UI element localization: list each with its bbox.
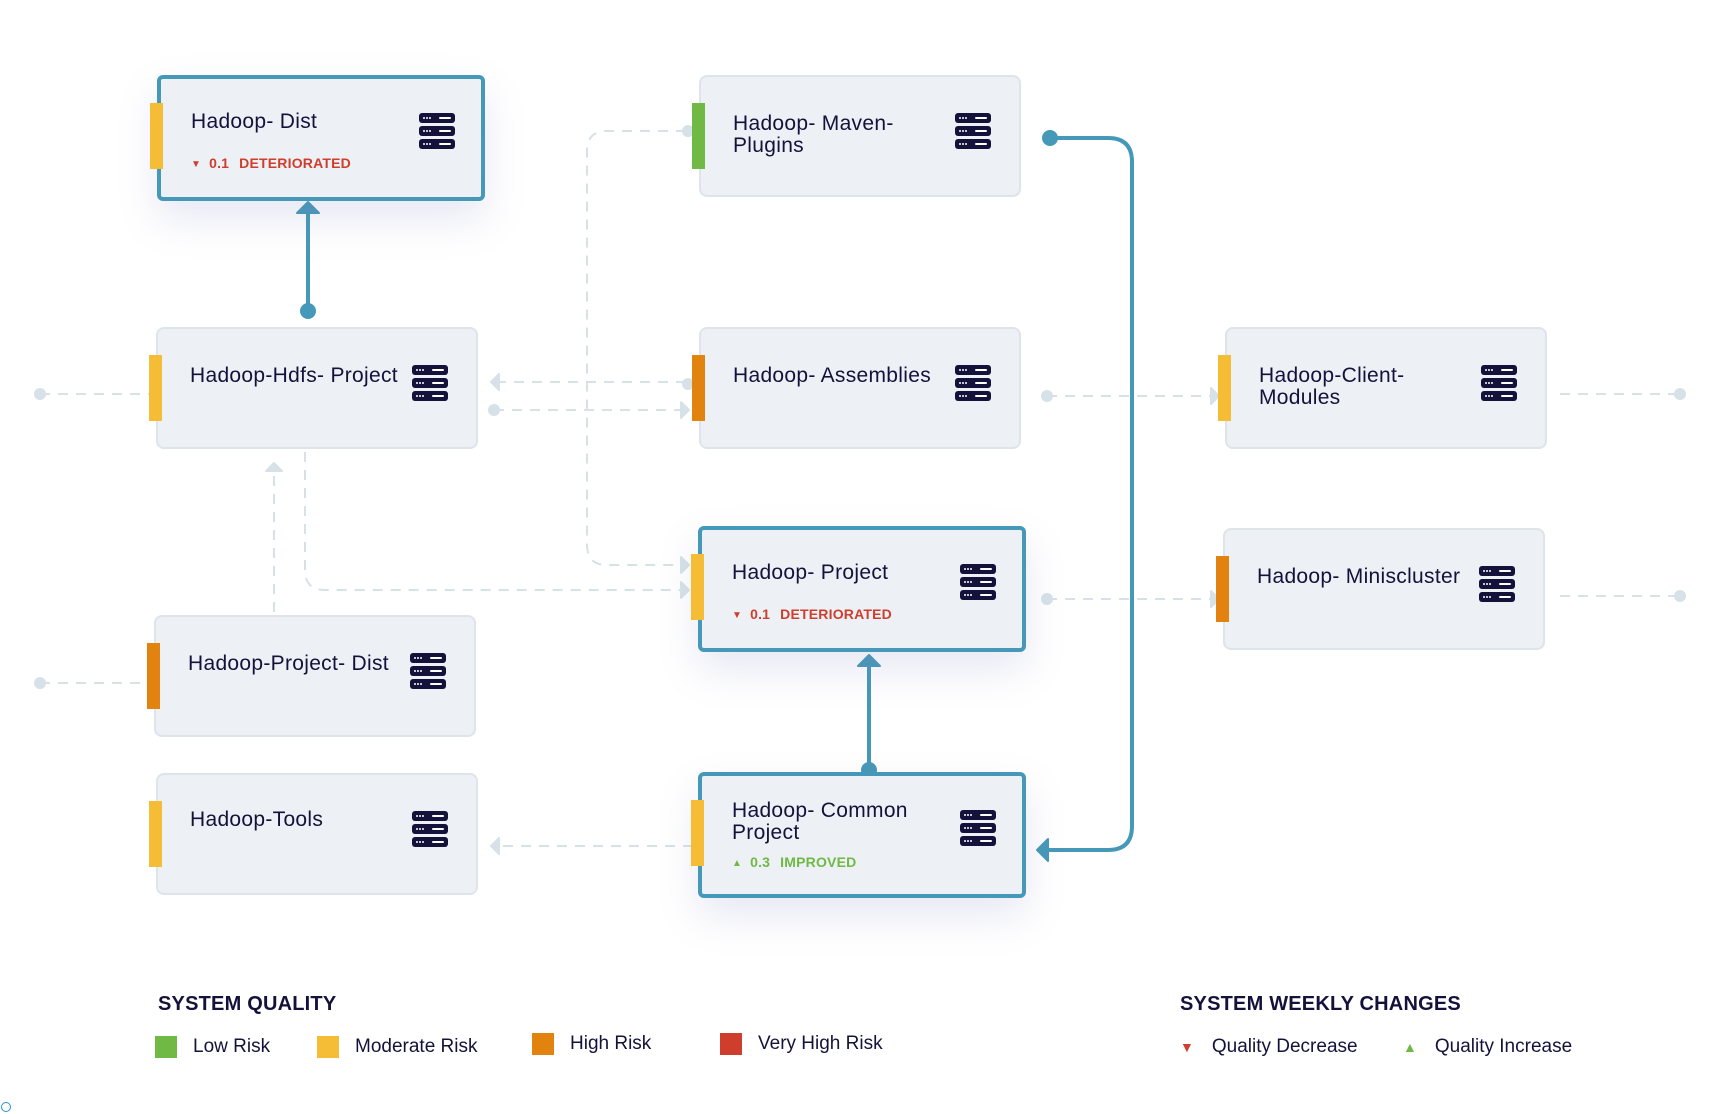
triangle-up-icon: ▲ (732, 858, 743, 869)
node-title: Hadoop-Project- Dist (188, 652, 389, 675)
connector-dot (1674, 388, 1686, 400)
connector-dot (1041, 593, 1053, 605)
edge-maven-to-common (1046, 136, 1134, 852)
risk-indicator-bar (149, 801, 162, 867)
legend-label: Very High Risk (758, 1033, 883, 1054)
risk-indicator-bar (692, 103, 705, 169)
node-hadoop-hdfs-project[interactable]: Hadoop-Hdfs- Project (149, 327, 478, 449)
node-hadoop-assemblies[interactable]: Hadoop- Assemblies (692, 327, 1021, 449)
connector-dot (300, 303, 316, 319)
node-title: Hadoop- Miniscluster (1257, 565, 1461, 588)
connector-dot (488, 404, 500, 416)
server-icon (1479, 566, 1515, 602)
change-value: 0.3 (750, 854, 771, 870)
legend-label: Low Risk (193, 1036, 271, 1057)
legend-label: Moderate Risk (355, 1036, 478, 1057)
node-title: Hadoop-Tools (190, 808, 324, 831)
arrowhead-icon (490, 837, 500, 855)
node-title: Hadoop- Common Project (732, 799, 908, 844)
node-hadoop-client-modules[interactable]: Hadoop-Client- Modules (1218, 327, 1547, 449)
risk-indicator-bar (149, 355, 162, 421)
risk-indicator-bar (692, 355, 705, 421)
arrowhead-icon (680, 581, 690, 599)
connector-dot (1041, 390, 1053, 402)
legend-label: Quality Increase (1434, 1036, 1573, 1057)
server-icon (955, 365, 991, 401)
node-hadoop-project-dist[interactable]: Hadoop-Project- Dist (147, 615, 476, 737)
risk-indicator-bar (691, 554, 704, 620)
server-icon (412, 365, 448, 401)
connector-dot (1674, 590, 1686, 602)
node-hadoop-maven-plugins[interactable]: Hadoop- Maven- Plugins (692, 75, 1021, 197)
node-title: Hadoop- Maven- Plugins (733, 112, 894, 157)
risk-indicator-bar (691, 800, 704, 866)
triangle-up-icon: ▲ (1403, 1039, 1417, 1055)
server-icon (960, 810, 996, 846)
risk-indicator-bar (1218, 355, 1231, 421)
triangle-down-icon: ▼ (191, 159, 202, 170)
corner-indicator-icon (1, 1102, 11, 1112)
change-label: IMPROVED (780, 854, 857, 870)
legend-item-high-risk: High Risk (532, 1033, 651, 1055)
change-label: DETERIORATED (780, 606, 892, 622)
node-hadoop-miniscluster[interactable]: Hadoop- Miniscluster (1216, 528, 1545, 650)
node-title: Hadoop- Assemblies (733, 364, 931, 387)
arrowhead-icon (296, 201, 320, 214)
arrowhead-icon (490, 373, 500, 391)
risk-indicator-bar (1216, 556, 1229, 622)
change-label: DETERIORATED (239, 155, 351, 171)
arrowhead-icon (1036, 838, 1049, 862)
change-value: 0.1 (750, 606, 771, 622)
server-icon (955, 113, 991, 149)
legend-label: High Risk (570, 1033, 652, 1054)
node-hadoop-project[interactable]: Hadoop- Project ▼ 0.1 DETERIORATED (691, 526, 1026, 652)
legend-item-quality-increase: ▲ Quality Increase (1403, 1036, 1572, 1058)
change-value: 0.1 (209, 155, 230, 171)
edge-hdfs-to-project (304, 452, 680, 591)
node-hadoop-tools[interactable]: Hadoop-Tools (149, 773, 478, 895)
legend-item-very-high-risk: Very High Risk (720, 1033, 883, 1055)
legend-item-moderate-risk: Moderate Risk (317, 1036, 478, 1058)
connector-dot (34, 677, 46, 689)
node-title: Hadoop-Hdfs- Project (190, 364, 398, 387)
server-icon (960, 564, 996, 600)
server-icon (419, 113, 455, 149)
legend-label: Quality Decrease (1211, 1036, 1358, 1057)
server-icon (1481, 365, 1517, 401)
edge-maven-to-project (586, 130, 686, 566)
arrowhead-icon (857, 654, 881, 667)
high-risk-swatch (532, 1033, 554, 1055)
legend-quality-title: SYSTEM QUALITY (158, 993, 337, 1015)
quality-change-badge: ▼ 0.1 DETERIORATED (732, 606, 892, 622)
triangle-down-icon: ▼ (1180, 1039, 1194, 1055)
triangle-down-icon: ▼ (732, 610, 743, 621)
node-title: Hadoop- Dist (191, 110, 318, 133)
arrowhead-icon (680, 401, 690, 419)
node-hadoop-common-project[interactable]: Hadoop- Common Project ▲ 0.3 IMPROVED (691, 772, 1026, 898)
arrowhead-icon (680, 556, 690, 574)
server-icon (412, 811, 448, 847)
legend-item-low-risk: Low Risk (155, 1036, 270, 1058)
connector-dot (1042, 130, 1058, 146)
quality-change-badge: ▲ 0.3 IMPROVED (732, 854, 856, 870)
very-high-risk-swatch (720, 1033, 742, 1055)
node-title: Hadoop-Client- Modules (1259, 364, 1405, 409)
connector-dot (34, 388, 46, 400)
node-title: Hadoop- Project (732, 561, 889, 584)
low-risk-swatch (155, 1036, 177, 1058)
moderate-risk-swatch (317, 1036, 339, 1058)
risk-indicator-bar (147, 643, 160, 709)
arrowhead-icon (265, 462, 283, 472)
legend-changes-title: SYSTEM WEEKLY CHANGES (1180, 993, 1461, 1015)
server-icon (410, 653, 446, 689)
node-hadoop-dist[interactable]: Hadoop- Dist ▼ 0.1 DETERIORATED (150, 75, 485, 201)
legend-item-quality-decrease: ▼ Quality Decrease (1180, 1036, 1358, 1058)
risk-indicator-bar (150, 103, 163, 169)
quality-change-badge: ▼ 0.1 DETERIORATED (191, 155, 351, 171)
